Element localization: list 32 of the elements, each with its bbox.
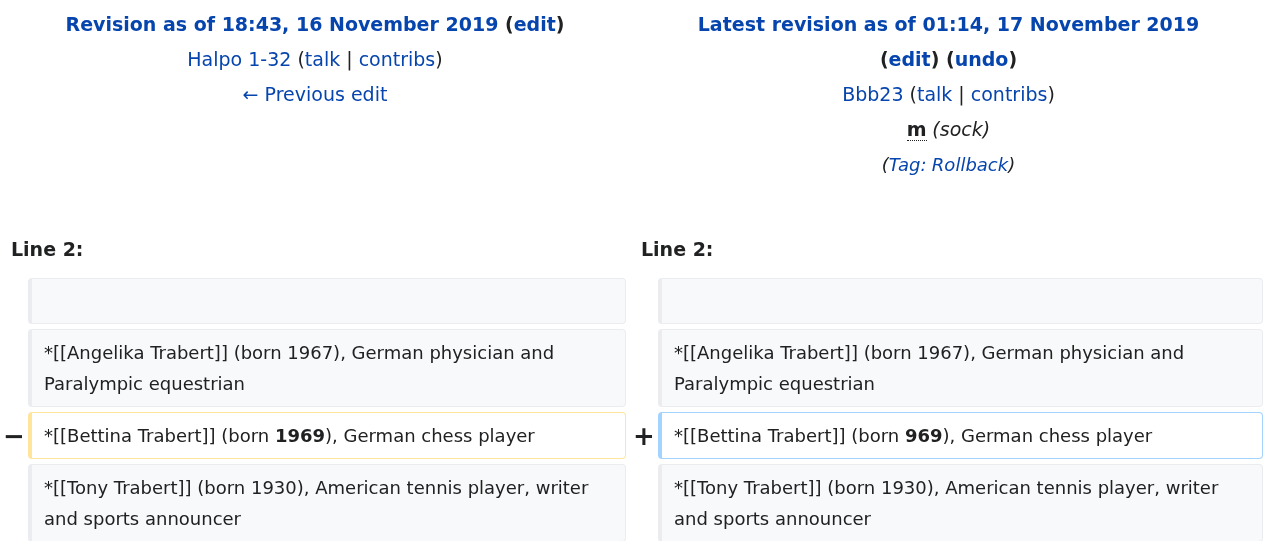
punctuation: ): [1008, 154, 1016, 175]
punctuation: ): [1008, 48, 1018, 70]
link[interactable]: Latest revision as of 01:14, 17 November 2019: [697, 13, 1200, 35]
link[interactable]: Bbb23: [842, 83, 904, 105]
punctuation: ): [435, 48, 443, 70]
link[interactable]: undo: [954, 48, 1009, 70]
diff-marker: −: [3, 420, 25, 451]
link[interactable]: Halpo 1-32: [187, 48, 292, 70]
punctuation: |: [957, 83, 966, 105]
link[interactable]: talk: [304, 48, 341, 70]
minor-edit-mark: m: [906, 118, 927, 141]
punctuation: ): [555, 13, 565, 35]
link[interactable]: Tag:: [888, 154, 927, 175]
line-number-label: Line 2:: [640, 238, 715, 262]
punctuation: (: [908, 83, 917, 105]
punctuation: ) (: [930, 48, 955, 70]
link[interactable]: edit: [888, 48, 931, 70]
punctuation: |: [345, 48, 354, 70]
punctuation: ): [1047, 83, 1055, 105]
link[interactable]: contribs: [970, 83, 1048, 105]
edit-summary: (sock): [932, 118, 991, 140]
line-number-label: Line 2:: [10, 238, 85, 262]
link[interactable]: edit: [513, 13, 556, 35]
link[interactable]: talk: [916, 83, 953, 105]
punctuation: (: [881, 154, 889, 175]
link[interactable]: ← Previous edit: [242, 83, 388, 105]
punctuation: (: [504, 13, 514, 35]
punctuation: (: [879, 48, 889, 70]
link[interactable]: contribs: [358, 48, 436, 70]
diff-marker: +: [633, 420, 655, 451]
punctuation: (: [296, 48, 305, 70]
link[interactable]: Revision as of 18:43, 16 November 2019: [65, 13, 499, 35]
